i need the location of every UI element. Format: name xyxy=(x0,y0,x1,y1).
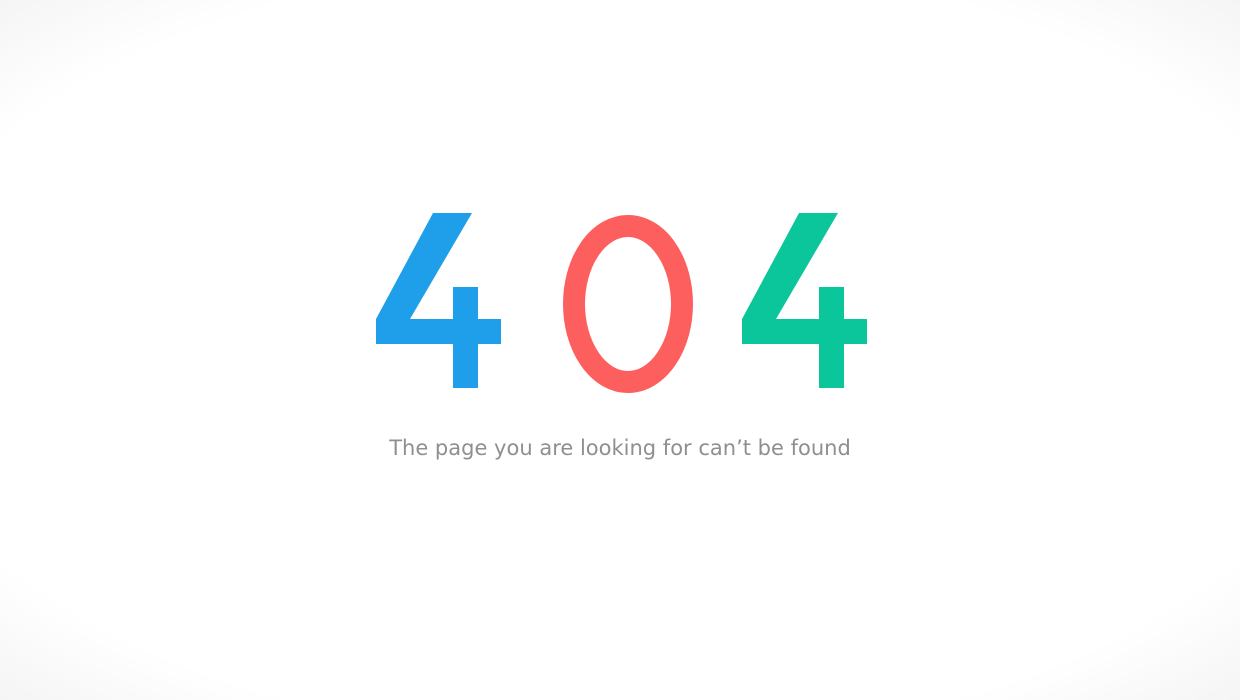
error-page: The page you are looking for can’t be fo… xyxy=(0,0,1240,700)
error-message: The page you are looking for can’t be fo… xyxy=(389,436,851,460)
error-digit-3 xyxy=(738,196,888,406)
error-digit-2 xyxy=(554,196,704,406)
error-code xyxy=(0,196,1240,406)
error-digit-1 xyxy=(372,196,522,406)
